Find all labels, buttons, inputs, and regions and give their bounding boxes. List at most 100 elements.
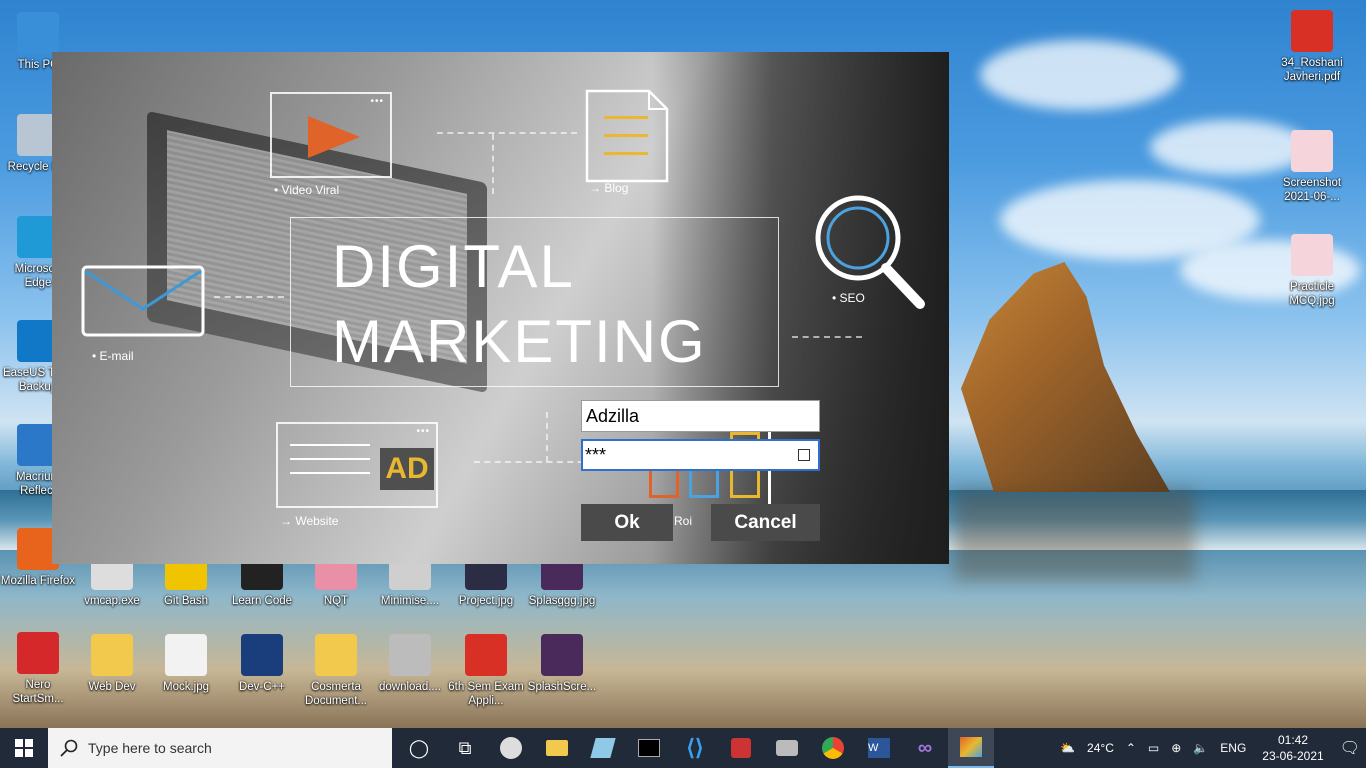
show-hidden-icons-icon[interactable]: ⌃ (1126, 741, 1136, 755)
yandex-browser-icon[interactable] (488, 728, 534, 768)
broken-image-icon (389, 634, 431, 676)
desktop-icon[interactable]: Cosmerta Document... (298, 634, 374, 708)
desktop-icon-label: Splasggg.jpg (528, 595, 596, 607)
language-indicator[interactable]: ENG (1220, 741, 1246, 755)
cloud (980, 40, 1180, 110)
search-placeholder: Type here to search (88, 740, 212, 756)
vscode-icon[interactable]: ⟨⟩ (672, 728, 718, 768)
cancel-button[interactable]: Cancel (711, 504, 820, 541)
desktop-icon[interactable]: Dev-C++ (224, 634, 300, 694)
desktop-icon-label: Minimise.... (380, 595, 440, 607)
text-line (290, 458, 370, 460)
desktop-icon-label: Mozilla Firefox (0, 575, 76, 587)
rock-formation (961, 262, 1170, 492)
weather-temp[interactable]: 24°C (1087, 741, 1114, 755)
chrome-icon[interactable] (810, 728, 856, 768)
battery-icon[interactable]: ▭ (1148, 741, 1159, 755)
desktop-icon[interactable]: Mock.jpg (148, 634, 224, 694)
volume-icon[interactable]: 🔈 (1193, 741, 1208, 755)
word-icon[interactable]: W (856, 728, 902, 768)
desktop-icon-label: Learn Code (231, 595, 293, 607)
desktop-icon-label: 34_Roshani Javheri.pdf (1281, 57, 1343, 83)
taskbar-search-box[interactable]: Type here to search (48, 728, 392, 768)
password-field[interactable] (581, 439, 820, 471)
image-icon (541, 634, 583, 676)
search-icon (60, 739, 78, 757)
email-envelope-icon (81, 265, 205, 337)
desktop-icon-label: NQT (323, 595, 349, 607)
desktop-icon-label: Git Bash (163, 595, 209, 607)
desktop-icon[interactable]: 34_Roshani Javheri.pdf (1274, 10, 1350, 84)
taskbar: Type here to search ◯ ⧉ ⟨⟩ W ∞ ⛅ 24°C ⌃ … (0, 728, 1366, 768)
desktop-icon-label: Cosmerta Document... (305, 681, 367, 707)
desktop-icon-label: Nero StartSm... (12, 679, 64, 705)
roi-label: Roi (674, 514, 693, 528)
desktop-icon[interactable]: 6th Sem Exam Appli... (448, 634, 524, 708)
image-icon (1291, 234, 1333, 276)
visual-studio-icon[interactable]: ∞ (902, 728, 948, 768)
reveal-password-icon[interactable] (798, 449, 810, 461)
windows-logo-icon (15, 739, 33, 757)
system-tray: ⛅ 24°C ⌃ ▭ ⊕ 🔈 ENG 01:42 23-06-2021 🗨 (1054, 728, 1366, 768)
title-line-2: MARKETING (332, 308, 707, 375)
task-view-icon[interactable]: ⧉ (442, 728, 488, 768)
password-input[interactable] (583, 441, 783, 469)
connector-line (437, 132, 577, 134)
paint-app-icon[interactable] (718, 728, 764, 768)
weather-icon[interactable]: ⛅ (1060, 741, 1075, 755)
window-dots-icon: ••• (416, 426, 430, 437)
video-frame: ••• (270, 92, 392, 178)
pdf-icon (1291, 10, 1333, 52)
pdf-icon (465, 634, 507, 676)
desktop-icon-label: SplashScre... (527, 681, 597, 693)
video-viral-label: • Video Viral (274, 183, 340, 197)
sticky-app-icon[interactable] (580, 728, 626, 768)
title-line-1: DIGITAL (332, 233, 575, 300)
clock[interactable]: 01:42 23-06-2021 (1262, 732, 1323, 764)
connector-line (492, 134, 494, 194)
desktop-icon[interactable]: Screenshot 2021-06-... (1274, 130, 1350, 204)
desktop-icon[interactable]: SplashScre... (524, 634, 600, 694)
clock-time: 01:42 (1277, 733, 1308, 747)
desktop-icon[interactable]: Web Dev (74, 634, 150, 694)
blog-label: → Blog (589, 181, 629, 195)
terminal-icon[interactable] (626, 728, 672, 768)
file-explorer-icon[interactable] (534, 728, 580, 768)
splash-screen-window: ••• • Video Viral → Blog DIGITAL MARKETI… (52, 52, 949, 564)
seo-magnifier-icon (815, 195, 925, 309)
connector-line (546, 412, 548, 462)
ok-button[interactable]: Ok (581, 504, 673, 541)
devcpp-icon (241, 634, 283, 676)
desktop-icon[interactable]: Nero StartSm... (0, 632, 76, 706)
image-icon (165, 634, 207, 676)
desktop-icon-label: Dev-C++ (238, 681, 286, 693)
computer-icon (17, 12, 59, 54)
desktop-icon-label: Web Dev (88, 681, 136, 693)
connector-line (792, 336, 862, 338)
ad-badge: AD (380, 448, 434, 490)
start-button[interactable] (0, 728, 48, 768)
desktop-icon-label: Screenshot 2021-06-... (1282, 177, 1342, 203)
desktop-icon-label: download.... (378, 681, 441, 693)
username-input[interactable] (581, 400, 820, 432)
desktop-icon-label: Practicle MCQ.jpg (1289, 281, 1335, 307)
desktop-icon[interactable]: Practicle MCQ.jpg (1274, 234, 1350, 308)
play-icon (308, 116, 360, 158)
connector-line (474, 461, 594, 463)
window-dots-icon: ••• (370, 96, 384, 107)
camera-icon[interactable] (764, 728, 810, 768)
nero-icon (17, 632, 59, 674)
website-label: → Website (280, 514, 339, 528)
text-line (290, 444, 370, 446)
desktop-icon-label: Project.jpg (458, 595, 514, 607)
image-icon (1291, 130, 1333, 172)
desktop-icon[interactable]: download.... (372, 634, 448, 694)
notifications-icon[interactable]: 🗨 (1340, 738, 1360, 758)
cortana-icon[interactable]: ◯ (396, 728, 442, 768)
splash-app-taskbar-icon[interactable] (948, 728, 994, 768)
folder-icon (91, 634, 133, 676)
desktop-icon-label: vmcap.exe (84, 595, 140, 607)
seo-label: • SEO (832, 291, 865, 305)
network-icon[interactable]: ⊕ (1171, 741, 1181, 755)
text-line (290, 472, 370, 474)
